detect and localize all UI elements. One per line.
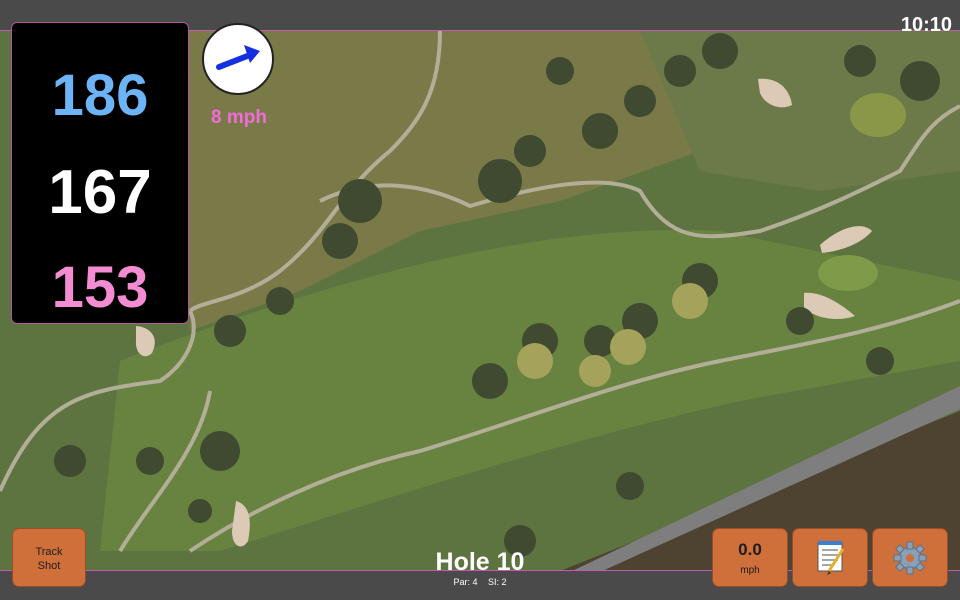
- track-shot-label: Track Shot: [13, 529, 85, 573]
- gear-icon: [893, 541, 927, 575]
- middle-distance: 167: [48, 158, 152, 227]
- front-distance: 153: [51, 255, 149, 320]
- speed-unit: mph: [740, 565, 760, 576]
- speed-button[interactable]: 0.0 mph: [712, 528, 788, 587]
- distance-panel: 186 167 153: [11, 22, 189, 324]
- track-shot-line1: Track: [35, 546, 63, 558]
- notes-button[interactable]: [792, 528, 868, 587]
- hole-stroke-index: SI: 2: [488, 577, 507, 587]
- back-distance: 186: [51, 63, 149, 128]
- track-shot-button[interactable]: Track Shot: [12, 528, 86, 587]
- hole-title: Hole 10: [435, 548, 525, 576]
- settings-button[interactable]: [872, 528, 948, 587]
- speed-value: 0.0: [738, 540, 762, 559]
- wind-indicator: [202, 23, 274, 95]
- wind-arrow-icon: [216, 45, 260, 70]
- track-shot-line2: Shot: [37, 560, 61, 572]
- hole-meta: Par: 4 SI: 2: [380, 577, 580, 587]
- hole-par: Par: 4: [453, 577, 478, 587]
- status-clock: 10:10: [900, 14, 952, 36]
- notepad-icon: [817, 541, 845, 575]
- wind-speed-label: 8 mph: [211, 107, 267, 128]
